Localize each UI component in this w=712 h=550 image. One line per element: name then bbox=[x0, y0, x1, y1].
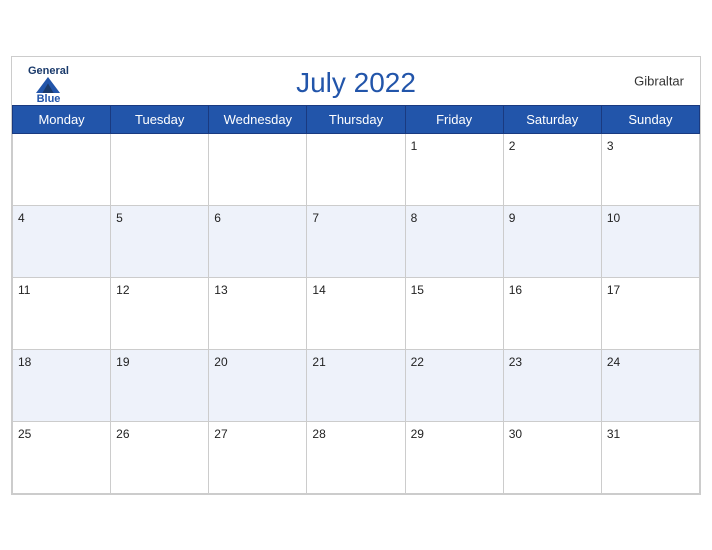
calendar-cell: 18 bbox=[13, 349, 111, 421]
calendar-cell bbox=[307, 133, 405, 205]
weekday-header-wednesday: Wednesday bbox=[209, 105, 307, 133]
day-number: 30 bbox=[509, 427, 522, 441]
calendar-cell: 13 bbox=[209, 277, 307, 349]
calendar-cell: 15 bbox=[405, 277, 503, 349]
calendar-cell: 7 bbox=[307, 205, 405, 277]
weekday-header-row: MondayTuesdayWednesdayThursdayFridaySatu… bbox=[13, 105, 700, 133]
calendar-cell: 11 bbox=[13, 277, 111, 349]
weekday-header-monday: Monday bbox=[13, 105, 111, 133]
calendar-cell: 16 bbox=[503, 277, 601, 349]
calendar-cell: 20 bbox=[209, 349, 307, 421]
calendar-cell: 29 bbox=[405, 421, 503, 493]
calendar-cell: 2 bbox=[503, 133, 601, 205]
day-number: 22 bbox=[411, 355, 424, 369]
day-number: 7 bbox=[312, 211, 319, 225]
day-number: 12 bbox=[116, 283, 129, 297]
calendar-cell: 23 bbox=[503, 349, 601, 421]
calendar-cell: 12 bbox=[111, 277, 209, 349]
calendar-cell: 31 bbox=[601, 421, 699, 493]
day-number: 1 bbox=[411, 139, 418, 153]
weekday-header-tuesday: Tuesday bbox=[111, 105, 209, 133]
calendar-cell bbox=[111, 133, 209, 205]
day-number: 5 bbox=[116, 211, 123, 225]
day-number: 15 bbox=[411, 283, 424, 297]
day-number: 24 bbox=[607, 355, 620, 369]
day-number: 21 bbox=[312, 355, 325, 369]
calendar-body: 1234567891011121314151617181920212223242… bbox=[13, 133, 700, 493]
day-number: 19 bbox=[116, 355, 129, 369]
day-number: 26 bbox=[116, 427, 129, 441]
day-number: 6 bbox=[214, 211, 221, 225]
day-number: 10 bbox=[607, 211, 620, 225]
calendar-cell: 26 bbox=[111, 421, 209, 493]
day-number: 16 bbox=[509, 283, 522, 297]
day-number: 17 bbox=[607, 283, 620, 297]
day-number: 25 bbox=[18, 427, 31, 441]
calendar-cell: 17 bbox=[601, 277, 699, 349]
week-row-3: 11 12 13 14 15 16 17 bbox=[13, 277, 700, 349]
region-label: Gibraltar bbox=[634, 73, 684, 88]
calendar-cell: 21 bbox=[307, 349, 405, 421]
calendar-header: General Blue July 2022 Gibraltar bbox=[12, 57, 700, 105]
day-number: 13 bbox=[214, 283, 227, 297]
calendar-cell: 6 bbox=[209, 205, 307, 277]
calendar-cell: 4 bbox=[13, 205, 111, 277]
logo: General Blue bbox=[28, 65, 69, 105]
calendar-cell: 5 bbox=[111, 205, 209, 277]
calendar-cell: 3 bbox=[601, 133, 699, 205]
day-number: 3 bbox=[607, 139, 614, 153]
day-number: 23 bbox=[509, 355, 522, 369]
calendar-cell: 22 bbox=[405, 349, 503, 421]
calendar-cell: 8 bbox=[405, 205, 503, 277]
day-number: 29 bbox=[411, 427, 424, 441]
day-number: 20 bbox=[214, 355, 227, 369]
week-row-1: 1 2 3 bbox=[13, 133, 700, 205]
calendar-cell: 1 bbox=[405, 133, 503, 205]
calendar-cell: 27 bbox=[209, 421, 307, 493]
week-row-2: 4 5 6 7 8 9 10 bbox=[13, 205, 700, 277]
calendar-cell bbox=[13, 133, 111, 205]
weekday-header-friday: Friday bbox=[405, 105, 503, 133]
day-number: 9 bbox=[509, 211, 516, 225]
day-number: 14 bbox=[312, 283, 325, 297]
calendar-cell: 28 bbox=[307, 421, 405, 493]
calendar-cell: 10 bbox=[601, 205, 699, 277]
day-number: 2 bbox=[509, 139, 516, 153]
calendar-cell: 19 bbox=[111, 349, 209, 421]
day-number: 11 bbox=[18, 283, 30, 297]
logo-general: General bbox=[28, 65, 69, 77]
week-row-5: 25 26 27 28 29 30 31 bbox=[13, 421, 700, 493]
day-number: 8 bbox=[411, 211, 418, 225]
month-title: July 2022 bbox=[296, 67, 416, 99]
calendar-cell: 30 bbox=[503, 421, 601, 493]
calendar-cell: 9 bbox=[503, 205, 601, 277]
weekday-header-thursday: Thursday bbox=[307, 105, 405, 133]
calendar: General Blue July 2022 Gibraltar MondayT… bbox=[11, 56, 701, 495]
calendar-cell: 24 bbox=[601, 349, 699, 421]
logo-blue: Blue bbox=[37, 93, 61, 105]
day-number: 31 bbox=[607, 427, 620, 441]
day-number: 4 bbox=[18, 211, 25, 225]
logo-icon bbox=[36, 77, 60, 93]
weekday-header-sunday: Sunday bbox=[601, 105, 699, 133]
day-number: 27 bbox=[214, 427, 227, 441]
calendar-cell: 25 bbox=[13, 421, 111, 493]
week-row-4: 18 19 20 21 22 23 24 bbox=[13, 349, 700, 421]
weekday-header-saturday: Saturday bbox=[503, 105, 601, 133]
day-number: 18 bbox=[18, 355, 31, 369]
day-number: 28 bbox=[312, 427, 325, 441]
calendar-grid: MondayTuesdayWednesdayThursdayFridaySatu… bbox=[12, 105, 700, 494]
calendar-cell bbox=[209, 133, 307, 205]
calendar-cell: 14 bbox=[307, 277, 405, 349]
